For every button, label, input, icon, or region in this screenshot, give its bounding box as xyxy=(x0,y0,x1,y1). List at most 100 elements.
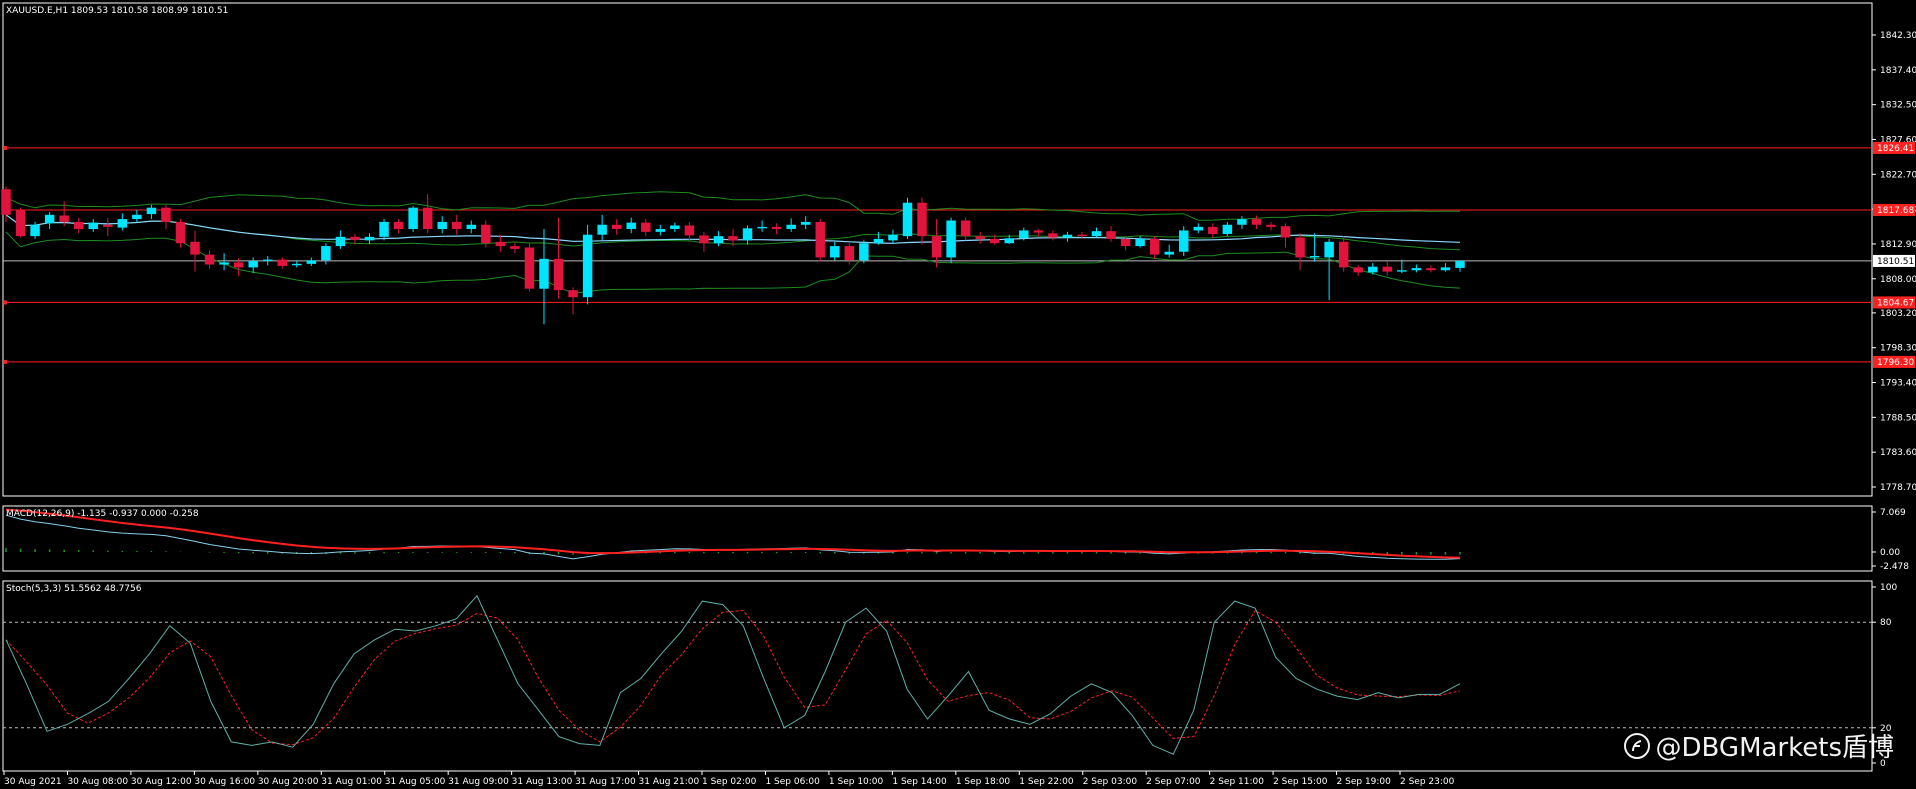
y-tick-label: 1808.00 xyxy=(1880,275,1916,285)
x-tick-label: 31 Aug 17:00 xyxy=(575,777,636,787)
candle-body xyxy=(262,259,273,261)
candle-body xyxy=(524,247,535,289)
y-tick-label: 1812.90 xyxy=(1880,240,1916,250)
candle-body xyxy=(510,246,520,249)
candle-body xyxy=(684,225,695,236)
candle-body xyxy=(713,236,724,244)
candle-body xyxy=(786,224,796,230)
candle-body xyxy=(815,221,825,258)
candle-body xyxy=(437,221,447,230)
candle-body xyxy=(1382,266,1393,272)
x-tick-label: 31 Aug 01:00 xyxy=(321,777,382,787)
candle-body xyxy=(1353,267,1363,273)
candle-body xyxy=(393,221,404,230)
x-tick-label: 31 Aug 05:00 xyxy=(385,777,446,787)
candle-body xyxy=(1309,256,1320,258)
candle-body xyxy=(1295,237,1305,258)
candle-body xyxy=(379,221,389,237)
candle-body xyxy=(466,224,477,230)
candle-body xyxy=(888,234,898,241)
candle-body xyxy=(1440,267,1451,271)
candle-body xyxy=(1062,234,1073,238)
candle-body xyxy=(1338,241,1349,268)
candle-body xyxy=(132,214,142,220)
candle-body xyxy=(30,224,40,237)
candle-body xyxy=(917,202,927,237)
y-tick-label: 1793.40 xyxy=(1880,379,1916,389)
candle-body xyxy=(757,226,767,229)
candle-body xyxy=(408,207,418,230)
x-tick-label: 2 Sep 23:00 xyxy=(1400,777,1455,787)
candle-body xyxy=(1324,241,1334,258)
candle-body xyxy=(306,260,317,264)
level-marker xyxy=(4,359,7,364)
candle-body xyxy=(1004,238,1014,244)
candle-body xyxy=(626,222,636,230)
candle-body xyxy=(59,215,69,222)
y-tick-label: -2.478 xyxy=(1880,562,1909,572)
candle-body xyxy=(611,224,622,230)
x-tick-label: 1 Sep 14:00 xyxy=(892,777,947,787)
candle-body xyxy=(335,236,346,247)
candle-body xyxy=(830,246,840,258)
y-tick-label: 100 xyxy=(1880,583,1897,593)
price-panel-header: XAUUSD.E,H1 1809.53 1810.58 1808.99 1810… xyxy=(6,6,228,16)
macd-panel-header: MACD(12,26,9) -1.135 -0.937 0.000 -0.258 xyxy=(6,509,199,519)
candle-body xyxy=(117,219,128,228)
chart-background xyxy=(0,0,1916,789)
y-tick-label: 1798.30 xyxy=(1880,344,1916,354)
y-tick-label: 1788.50 xyxy=(1880,413,1916,423)
candle-body xyxy=(902,202,913,237)
x-tick-label: 2 Sep 19:00 xyxy=(1337,777,1392,787)
candle-body xyxy=(1251,219,1262,225)
candle-body xyxy=(670,225,680,230)
y-tick-label: 1778.70 xyxy=(1880,483,1916,493)
candle-body xyxy=(44,214,55,224)
current-price-tag: 1810.51 xyxy=(1877,257,1914,267)
candle-body xyxy=(495,241,506,247)
candle-body xyxy=(1077,234,1087,237)
candle-body xyxy=(989,238,1000,244)
y-tick-label: 80 xyxy=(1880,618,1892,628)
y-tick-label: 1832.50 xyxy=(1880,101,1916,111)
candle-body xyxy=(204,254,215,265)
x-tick-label: 2 Sep 03:00 xyxy=(1083,777,1138,787)
candle-body xyxy=(641,222,651,232)
x-tick-label: 2 Sep 07:00 xyxy=(1146,777,1201,787)
candle-body xyxy=(553,258,564,291)
candle-body xyxy=(771,226,782,230)
candle-body xyxy=(1048,233,1058,238)
candle-body xyxy=(15,210,26,237)
candle-body xyxy=(1033,230,1044,233)
candle-body xyxy=(1106,231,1116,239)
x-tick-label: 1 Sep 02:00 xyxy=(702,777,757,787)
y-tick-label: 1822.70 xyxy=(1880,170,1916,180)
x-tick-label: 31 Aug 09:00 xyxy=(448,777,509,787)
x-tick-label: 30 Aug 08:00 xyxy=(67,777,128,787)
candle-body xyxy=(800,221,811,225)
x-tick-label: 2 Sep 15:00 xyxy=(1273,777,1328,787)
y-tick-label: 0.00 xyxy=(1880,548,1900,558)
candle-body xyxy=(1179,230,1189,252)
candle-body xyxy=(277,259,287,266)
level-tag: 1796.30 xyxy=(1877,358,1914,368)
x-tick-label: 30 Aug 20:00 xyxy=(258,777,319,787)
watermark: @DBGMarkets盾博 xyxy=(1623,727,1894,764)
trading-chart[interactable]: 1842.301837.401832.501827.601822.701817.… xyxy=(0,0,1916,789)
candle-body xyxy=(452,221,462,230)
candle-body xyxy=(655,229,666,232)
candle-body xyxy=(364,236,375,241)
y-tick-label: 1803.20 xyxy=(1880,309,1916,319)
candle-body xyxy=(844,246,855,261)
x-tick-label: 30 Aug 12:00 xyxy=(131,777,192,787)
weibo-icon xyxy=(1623,732,1650,759)
y-tick-label: 1842.30 xyxy=(1880,31,1916,41)
candle-body xyxy=(931,236,942,258)
y-tick-label: 1837.40 xyxy=(1880,66,1916,76)
candle-body xyxy=(1266,224,1276,227)
candle-body xyxy=(1280,226,1291,238)
stoch-panel-header: Stoch(5,3,3) 51.5562 48.7756 xyxy=(6,584,142,594)
candle-body xyxy=(88,222,98,230)
candle-body xyxy=(1120,238,1131,247)
candle-body xyxy=(1222,224,1233,234)
